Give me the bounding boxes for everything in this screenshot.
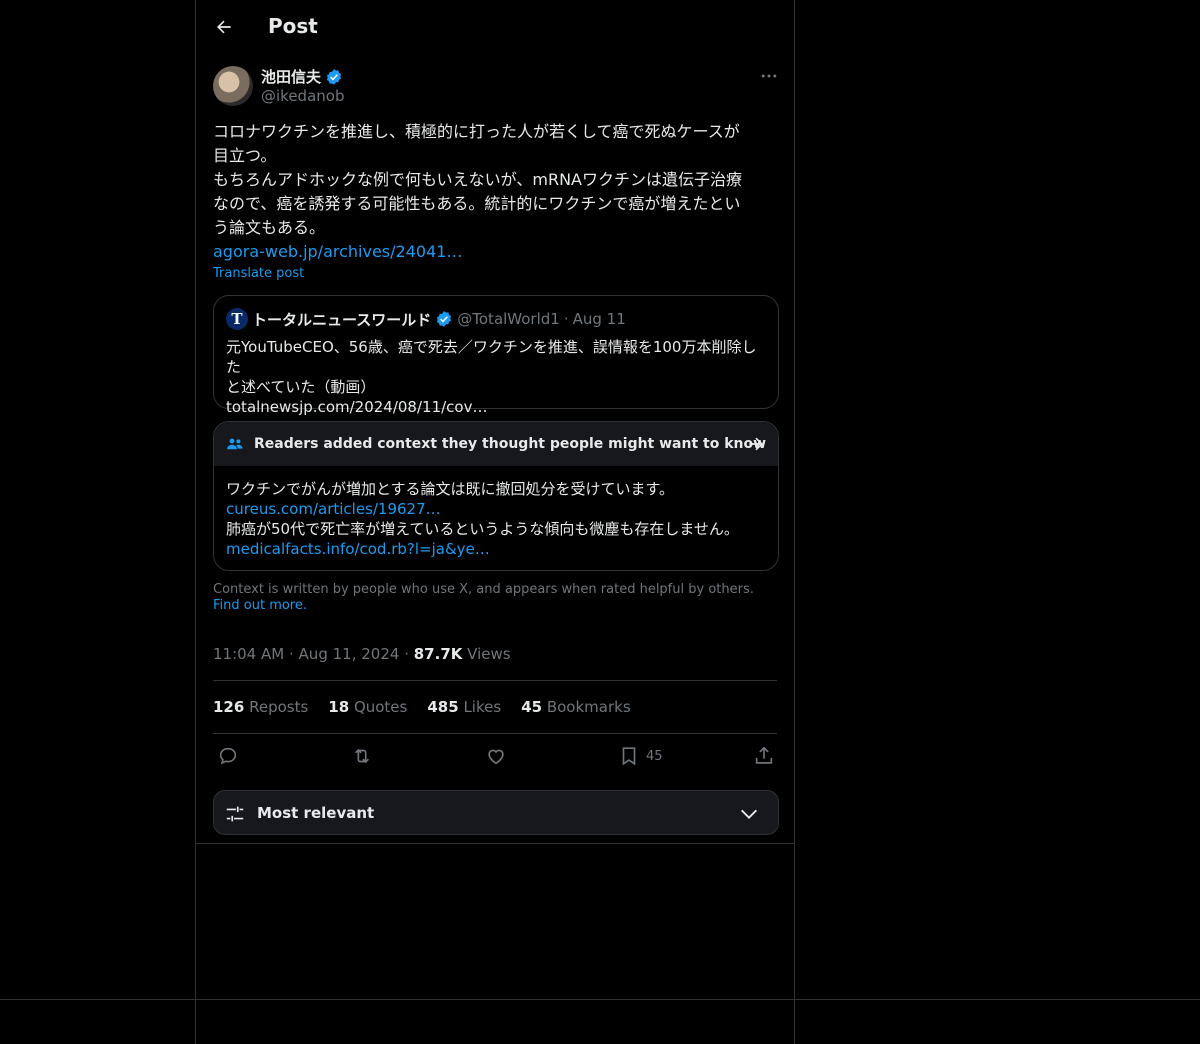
verified-badge-icon [437,311,452,327]
quote-line: と述べていた（動画） [226,378,376,396]
quote-avatar: T [226,308,248,330]
post-meta: 11:04 AM · Aug 11, 2024 · 87.7K Views [213,645,511,663]
divider [196,843,794,844]
people-icon [227,438,243,450]
bookmark-count: 45 [646,748,663,764]
chevron-down-icon [741,809,757,819]
quote-text: 元YouTubeCEO、56歳、癌で死去／ワクチンを推進、誤情報を100万本削除… [226,337,766,417]
bookmark-icon [622,747,636,766]
community-note: Readers added context they thought peopl… [213,421,779,571]
reposts-stat[interactable]: 126 Reposts [213,698,308,716]
views-label: Views [467,645,511,663]
avatar[interactable] [213,66,253,106]
tweet-link[interactable]: agora-web.jp/archives/24041… [213,240,779,264]
like-button[interactable] [485,745,507,767]
quotes-stat[interactable]: 18 Quotes [328,698,407,716]
page-title: Post [268,14,318,38]
heart-icon [488,749,504,765]
verified-badge-icon [326,68,342,85]
back-arrow-icon[interactable] [214,17,234,37]
find-out-more-link[interactable]: Find out more. [213,598,307,613]
community-note-header[interactable]: Readers added context they thought peopl… [214,422,778,466]
post-date[interactable]: Aug 11, 2024 [299,645,400,663]
quote-line: totalnewsjp.com/2024/08/11/cov… [226,398,488,416]
note-link[interactable]: cureus.com/articles/19627… [226,499,766,519]
sort-label: Most relevant [257,804,375,822]
note-line: ワクチンでがんが増加とする論文は既に撤回処分を受けています。 [226,480,675,498]
translate-post-link[interactable]: Translate post [213,266,304,281]
quote-date: Aug 11 [572,310,626,328]
repost-button[interactable] [351,745,373,767]
author-handle[interactable]: @ikedanob [261,87,344,105]
author-name[interactable]: 池田信夫 [261,66,321,87]
name-row: 池田信夫 [261,66,343,87]
views-count: 87.7K [413,645,463,663]
note-footer-text: Context is written by people who use X, … [213,582,754,597]
divider [213,680,777,681]
arrow-right-icon[interactable] [746,434,766,454]
bookmarks-stat[interactable]: 45 Bookmarks [521,698,630,716]
tweet-line: コロナワクチンを推進し、積極的に打った人が若くして癌で死ぬケースが [213,122,740,141]
quote-header: T トータルニュースワールド @TotalWorld1 · Aug 11 [226,308,626,330]
note-link[interactable]: medicalfacts.info/cod.rb?l=ja&ye… [226,539,766,559]
likes-stat[interactable]: 485 Likes [427,698,501,716]
reply-icon [219,747,237,765]
action-bar: 45 [213,745,779,771]
engagement-stats: 126 Reposts 18 Quotes 485 Likes 45 Bookm… [213,698,631,716]
post-time[interactable]: 11:04 AM [213,645,284,663]
tweet-line: なので、癌を誘発する可能性もある。統計的にワクチンで癌が増えたとい [213,194,741,213]
tweet-line: う論文もある。 [213,218,326,237]
sliders-icon [226,806,244,822]
community-note-footer: Context is written by people who use X, … [213,582,779,614]
quote-author-name: トータルニュースワールド [252,310,432,329]
more-options-icon[interactable] [759,66,779,86]
author-row: 池田信夫 @ikedanob [213,66,779,108]
bookmark-button[interactable]: 45 [618,745,663,767]
tweet-line: 目立つ。 [213,146,277,165]
quote-author-handle: @TotalWorld1 [457,310,560,328]
separator-dot: · [288,645,294,663]
quoted-post[interactable]: T トータルニュースワールド @TotalWorld1 · Aug 11 元Yo… [213,295,779,416]
community-note-title: Readers added context they thought peopl… [254,436,767,452]
header: Post [196,0,796,54]
community-note-body: ワクチンでがんが増加とする論文は既に撤回処分を受けています。 cureus.co… [226,479,766,559]
reply-sort-dropdown[interactable]: Most relevant [213,790,779,835]
quote-line: 元YouTubeCEO、56歳、癌で死去／ワクチンを推進、誤情報を100万本削除… [226,338,757,376]
repost-icon [354,748,370,764]
divider [213,733,777,734]
share-icon [755,746,773,764]
separator-dot: · [404,645,409,663]
note-line: 肺癌が50代で死亡率が増えているというような傾向も微塵も存在しません。 [226,520,739,538]
tweet-text: コロナワクチンを推進し、積極的に打った人が若くして癌で死ぬケースが 目立つ。 も… [213,120,779,264]
share-button[interactable] [753,745,775,767]
tweet-line: もちろんアドホックな例で何もいえないが、mRNAワクチンは遺伝子治療 [213,170,742,189]
main-column: Post 池田信夫 @ikedanob コロナワクチンを推進し、積極的に打った人… [195,0,795,1044]
separator-dot: · [563,310,569,328]
reply-button[interactable] [217,745,239,767]
